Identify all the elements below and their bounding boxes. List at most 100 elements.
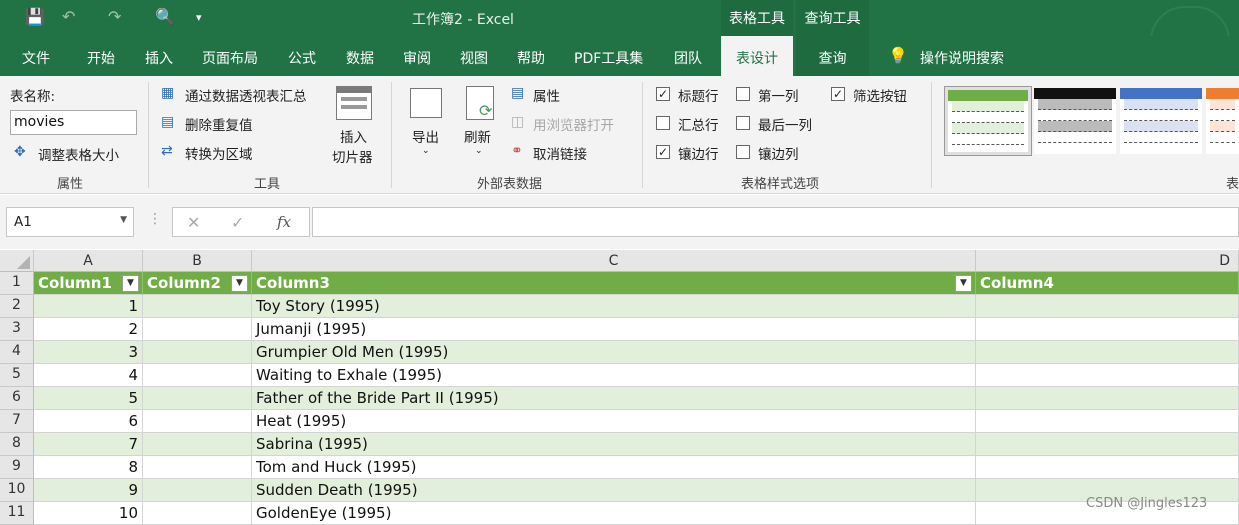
remove-duplicates-button[interactable]: 删除重复值 [185,114,253,134]
table-cell[interactable]: 5 [34,387,143,410]
table-style-black[interactable] [1034,88,1116,154]
cancel-icon[interactable]: ✕ [187,213,200,232]
insert-slicer-button[interactable]: 插入 [340,126,367,146]
table-cell[interactable]: 9 [34,479,143,502]
total-row-checkbox[interactable] [656,116,670,130]
table-header-cell[interactable]: Column3 ▼ [252,272,976,295]
confirm-icon[interactable]: ✓ [231,213,244,232]
insert-slicer-button-line2[interactable]: 切片器 [332,146,373,166]
row-header[interactable]: 1 [0,272,34,295]
table-cell[interactable]: Sabrina (1995) [252,433,976,456]
tab-home[interactable]: 开始 [87,48,115,68]
table-style-blue[interactable] [1120,88,1202,154]
open-in-browser-button[interactable]: 用浏览器打开 [533,114,614,134]
redo-icon[interactable]: ↷ [108,7,121,26]
table-cell[interactable]: Toy Story (1995) [252,295,976,318]
table-cell[interactable]: 4 [34,364,143,387]
table-cell[interactable]: Heat (1995) [252,410,976,433]
table-style-orange[interactable] [1206,88,1239,154]
tab-team[interactable]: 团队 [674,48,702,68]
print-preview-icon[interactable]: 🔍 [155,7,175,26]
table-cell[interactable]: 2 [34,318,143,341]
row-header[interactable]: 2 [0,295,34,318]
table-cell[interactable] [143,479,252,502]
table-cell[interactable]: Jumanji (1995) [252,318,976,341]
table-cell[interactable] [143,433,252,456]
column-header-a[interactable]: A [34,250,143,272]
export-button[interactable]: 导出 [412,126,439,146]
context-tab-table-tools[interactable]: 表格工具 [721,0,793,36]
table-cell[interactable] [976,387,1239,410]
table-cell[interactable]: Father of the Bride Part II (1995) [252,387,976,410]
row-header[interactable]: 7 [0,410,34,433]
column-header-b[interactable]: B [143,250,252,272]
tab-table-design[interactable]: 表设计 [721,36,793,76]
undo-icon[interactable]: ↶ [62,7,75,26]
table-header-cell[interactable]: Column2 ▼ [143,272,252,295]
row-header[interactable]: 9 [0,456,34,479]
select-all-corner[interactable] [0,250,34,272]
row-header[interactable]: 3 [0,318,34,341]
table-header-cell[interactable]: Column1 ▼ [34,272,143,295]
tab-page-layout[interactable]: 页面布局 [202,48,258,68]
table-cell[interactable] [143,502,252,525]
table-cell[interactable] [143,364,252,387]
refresh-button[interactable]: 刷新 [464,126,491,146]
save-icon[interactable]: 💾 [25,7,45,26]
table-cell[interactable]: GoldenEye (1995) [252,502,976,525]
table-header-cell[interactable]: Column4 [976,272,1239,295]
resize-table-button[interactable]: 调整表格大小 [38,144,119,164]
filter-dropdown-icon[interactable]: ▼ [122,275,139,292]
table-cell[interactable]: 7 [34,433,143,456]
tab-formulas[interactable]: 公式 [288,48,316,68]
table-cell[interactable] [143,341,252,364]
table-name-input[interactable]: movies [10,110,137,135]
table-cell[interactable] [976,295,1239,318]
tab-data[interactable]: 数据 [346,48,374,68]
table-cell[interactable] [143,318,252,341]
table-cell[interactable] [976,433,1239,456]
tab-insert[interactable]: 插入 [145,48,173,68]
table-cell[interactable]: Sudden Death (1995) [252,479,976,502]
row-header[interactable]: 4 [0,341,34,364]
table-cell[interactable] [976,341,1239,364]
convert-to-range-button[interactable]: 转换为区域 [185,143,253,163]
tell-me-search[interactable]: 操作说明搜索 [920,48,1004,68]
table-cell[interactable]: 10 [34,502,143,525]
table-cell[interactable] [143,410,252,433]
summarize-pivot-button[interactable]: 通过数据透视表汇总 [185,85,307,105]
context-tab-query-tools[interactable]: 查询工具 [796,0,869,36]
tab-file[interactable]: 文件 [22,48,50,68]
table-cell[interactable]: Grumpier Old Men (1995) [252,341,976,364]
table-cell[interactable]: 3 [34,341,143,364]
banded-rows-checkbox[interactable]: ✓ [656,145,670,159]
name-box[interactable]: A1 ▼ [6,207,134,237]
row-header[interactable]: 11 [0,502,34,525]
customize-toolbar-icon[interactable]: ▾ [196,11,202,24]
table-cell[interactable] [976,364,1239,387]
table-style-green[interactable] [944,86,1032,156]
filter-button-checkbox[interactable]: ✓ [831,87,845,101]
first-column-checkbox[interactable] [736,87,750,101]
header-row-checkbox[interactable]: ✓ [656,87,670,101]
insert-function-icon[interactable]: fx [277,213,291,231]
table-cell[interactable]: 6 [34,410,143,433]
unlink-button[interactable]: 取消链接 [533,143,587,163]
row-header[interactable]: 6 [0,387,34,410]
table-cell[interactable]: Tom and Huck (1995) [252,456,976,479]
table-cell[interactable] [143,295,252,318]
filter-dropdown-icon[interactable]: ▼ [955,275,972,292]
properties-button[interactable]: 属性 [533,85,560,105]
banded-columns-checkbox[interactable] [736,145,750,159]
formula-input[interactable] [312,207,1239,237]
column-header-c[interactable]: C [252,250,976,272]
tab-help[interactable]: 帮助 [517,48,545,68]
column-header-d[interactable]: D [976,250,1239,272]
table-cell[interactable] [143,456,252,479]
table-cell[interactable] [976,318,1239,341]
table-cell[interactable] [976,456,1239,479]
row-header[interactable]: 8 [0,433,34,456]
chevron-down-icon[interactable]: ▼ [120,215,127,225]
table-cell[interactable]: 1 [34,295,143,318]
tab-review[interactable]: 审阅 [403,48,431,68]
